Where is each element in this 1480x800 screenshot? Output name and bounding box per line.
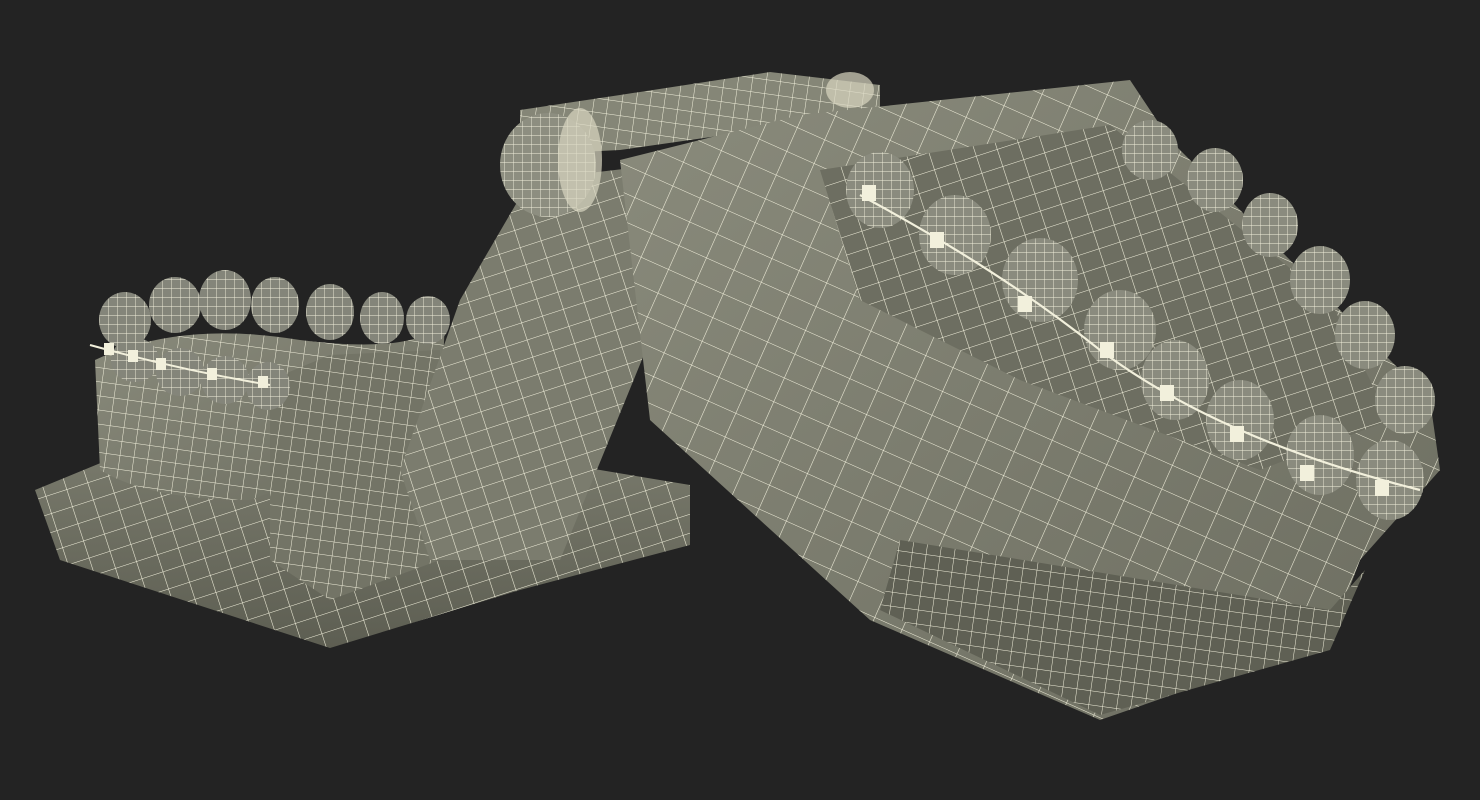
render-viewport: [0, 0, 1480, 800]
upper-jaw: [620, 80, 1440, 720]
dental-model-render: [35, 72, 1440, 720]
